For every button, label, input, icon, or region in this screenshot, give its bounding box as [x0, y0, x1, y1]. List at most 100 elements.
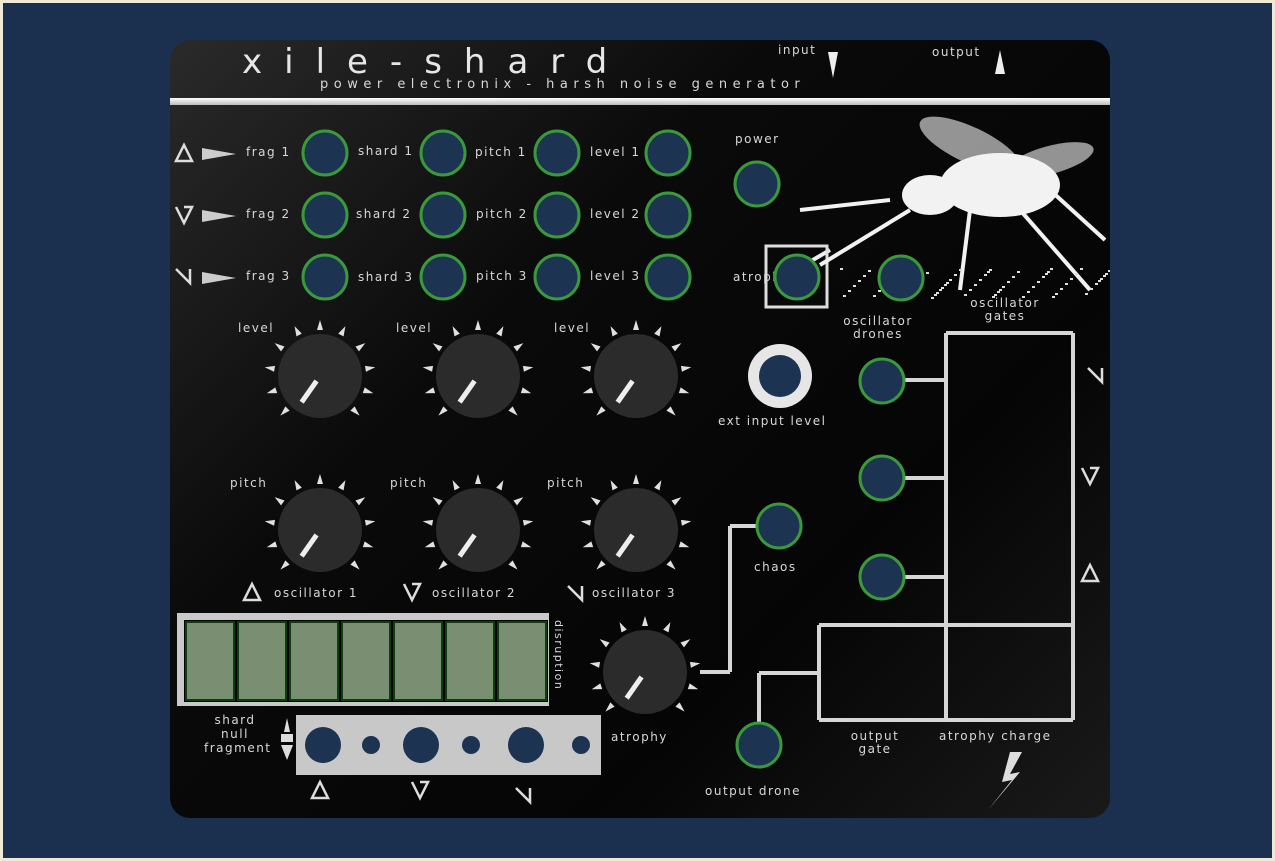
noise-speck — [1017, 271, 1020, 273]
jack-socket — [755, 502, 803, 550]
jack-ext-input-level[interactable] — [748, 344, 812, 408]
jack-oscillator-drone-2[interactable] — [858, 454, 906, 502]
knob-tick — [264, 365, 276, 372]
knob-tick — [355, 497, 366, 506]
knob-tick — [522, 519, 534, 526]
jack-level-1[interactable] — [644, 129, 692, 177]
symbol-triangle-up-icon — [309, 779, 331, 800]
jack-socket — [735, 721, 783, 769]
jack-oscillator-drone-3[interactable] — [858, 553, 906, 601]
symbol-slash-shape-icon — [1087, 367, 1104, 386]
knob-tick — [680, 365, 692, 372]
jack-level-3[interactable] — [644, 253, 692, 301]
jack-oscillator-gates[interactable] — [877, 254, 925, 302]
jack-pitch-1[interactable] — [533, 129, 581, 177]
knob-level-1[interactable] — [264, 320, 376, 418]
knob-tick — [610, 326, 618, 337]
jack-pitch-3[interactable] — [533, 253, 581, 301]
null-small-hole[interactable] — [572, 736, 590, 754]
noise-speck — [840, 268, 843, 270]
jack-frag-1[interactable] — [301, 129, 349, 177]
jack-pitch-2[interactable] — [533, 191, 581, 239]
symbol-slash-shape-icon — [175, 268, 192, 287]
null-small-hole[interactable] — [362, 736, 380, 754]
null-small-hole[interactable] — [462, 736, 480, 754]
jack-atrophy[interactable] — [773, 253, 821, 301]
jack-shard-2[interactable] — [419, 191, 467, 239]
noise-speck — [1090, 288, 1093, 290]
knob-tick — [580, 519, 592, 526]
symbol-v-shape-icon — [1080, 466, 1101, 487]
noise-speck — [1070, 278, 1073, 280]
jack-socket — [644, 129, 692, 177]
jack-shard-3[interactable] — [419, 253, 467, 301]
jack-chaos[interactable] — [755, 502, 803, 550]
jack-socket — [877, 254, 925, 302]
noise-speck — [1105, 273, 1108, 275]
noise-speck — [1100, 278, 1103, 280]
noise-speck — [989, 269, 992, 271]
jack-shard-1[interactable] — [419, 129, 467, 177]
noise-speck — [1027, 291, 1030, 293]
noise-speck — [992, 296, 995, 298]
knob-tick — [350, 560, 360, 570]
noise-speck — [964, 294, 967, 296]
panel-graphics — [173, 50, 1110, 810]
noise-speck — [878, 290, 881, 292]
noise-speck — [843, 295, 846, 297]
jack-frag-3[interactable] — [301, 253, 349, 301]
knob-pitch-1[interactable] — [264, 474, 376, 572]
knob-atrophy[interactable] — [589, 616, 701, 714]
knob-tick — [520, 541, 532, 548]
null-down-arrow-icon — [281, 745, 293, 760]
knob-level-2[interactable] — [422, 320, 534, 418]
noise-speck — [1042, 276, 1045, 278]
noise-speck — [863, 275, 866, 277]
knob-tick — [317, 474, 323, 484]
knob-pitch-3[interactable] — [580, 474, 692, 572]
noise-speck — [987, 271, 990, 273]
knob-tick — [596, 560, 606, 570]
knob-tick — [513, 497, 524, 506]
row-arrow-icon — [202, 272, 236, 284]
symbol-triangle-up-icon — [173, 142, 195, 163]
jack-socket — [644, 191, 692, 239]
noise-speck — [1032, 286, 1035, 288]
jack-oscillator-drone-1[interactable] — [858, 357, 906, 405]
knob-tick — [280, 560, 290, 570]
knob-pitch-2[interactable] — [422, 474, 534, 572]
noise-speck — [1108, 270, 1110, 272]
knob-tick — [678, 541, 690, 548]
noise-speck — [934, 294, 937, 296]
noise-speck — [1007, 281, 1010, 283]
jack-output-drone[interactable] — [735, 721, 783, 769]
knob-tick — [671, 343, 682, 352]
knob-tick — [475, 474, 481, 484]
jack-socket — [301, 253, 349, 301]
knob-tick — [633, 474, 639, 484]
noise-speck — [959, 269, 962, 271]
null-large-hole[interactable] — [305, 727, 341, 763]
noise-speck — [1103, 275, 1106, 277]
fly-leg — [1018, 208, 1092, 292]
fly-leg — [958, 209, 972, 291]
knob-tick — [452, 326, 460, 337]
knob-body — [603, 630, 687, 714]
knob-tick — [452, 480, 460, 491]
jack-frag-2[interactable] — [301, 191, 349, 239]
noise-speck — [853, 285, 856, 287]
jack-power[interactable] — [733, 160, 781, 208]
input-arrow-icon — [828, 52, 838, 78]
jack-level-2[interactable] — [644, 191, 692, 239]
jack-socket — [419, 253, 467, 301]
null-large-hole[interactable] — [508, 727, 544, 763]
null-large-hole[interactable] — [403, 727, 439, 763]
symbol-v-shape-icon — [174, 205, 195, 226]
fly-leg — [799, 198, 891, 212]
knob-tick — [432, 343, 443, 352]
jack-socket — [858, 357, 906, 405]
knob-tick — [580, 365, 592, 372]
knob-tick — [663, 622, 671, 633]
noise-speck — [1022, 296, 1025, 298]
knob-level-3[interactable] — [580, 320, 692, 418]
